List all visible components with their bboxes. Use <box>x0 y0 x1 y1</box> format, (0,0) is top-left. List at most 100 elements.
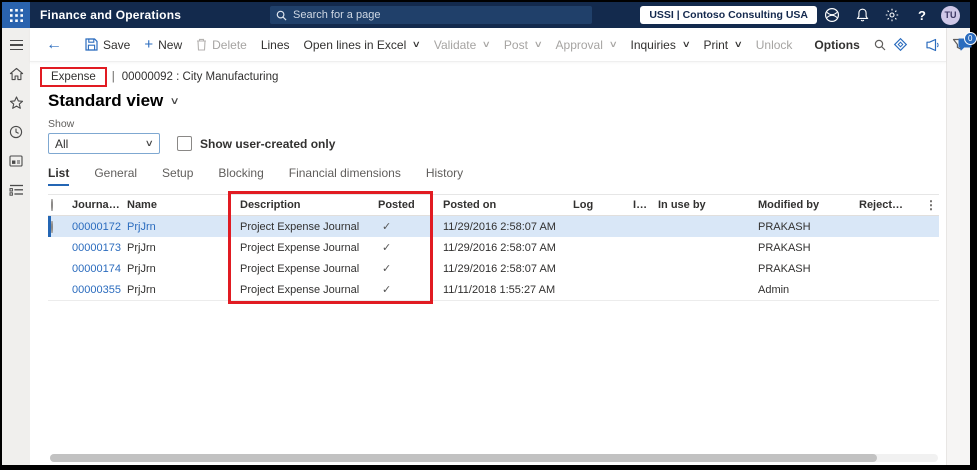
posted-check-icon: ✓ <box>382 284 392 296</box>
journal-link[interactable]: 00000173 <box>72 242 127 254</box>
view-title-dropdown[interactable]: Standard view ∨ <box>48 91 946 111</box>
recent-clock-icon[interactable] <box>6 123 26 141</box>
table-row[interactable]: 00000172 PrjJrn Project Expense Journal … <box>48 216 939 237</box>
settings-gear-icon[interactable] <box>877 2 907 28</box>
journal-link[interactable]: 00000172 <box>72 221 127 233</box>
modified-by: PRAKASH <box>758 220 811 233</box>
page-search-input[interactable] <box>293 9 586 21</box>
page-title: Standard view <box>48 91 164 110</box>
search-icon <box>874 39 886 50</box>
modified-by: PRAKASH <box>758 241 811 254</box>
table-row[interactable]: 00000173 PrjJrn Project Expense Journal … <box>48 237 939 258</box>
chevron-down-icon: ∨ <box>482 39 492 49</box>
unlock-button[interactable]: Unlock <box>749 38 800 52</box>
back-button[interactable]: ← <box>44 36 70 53</box>
posted-on: 11/11/2018 1:55:27 AM <box>443 283 556 296</box>
breadcrumb-expense-link[interactable]: Expense <box>40 67 107 87</box>
show-filter-select[interactable]: All ∨ <box>48 133 160 154</box>
posted-check-icon: ✓ <box>382 242 392 254</box>
options-button[interactable]: Options <box>807 38 866 52</box>
chevron-down-icon: ∨ <box>681 39 691 49</box>
breadcrumb: Expense | 00000092 : City Manufacturing <box>40 67 946 87</box>
tab-history[interactable]: History <box>426 166 463 186</box>
journal-description: Project Expense Journal <box>240 241 360 254</box>
save-button[interactable]: Save <box>78 38 137 52</box>
megaphone-icon[interactable] <box>925 38 940 52</box>
tab-general[interactable]: General <box>94 166 137 186</box>
grid-body: 00000172 PrjJrn Project Expense Journal … <box>48 216 939 301</box>
inquiries-button[interactable]: Inquiries ∨ <box>624 38 697 52</box>
print-button[interactable]: Print ∨ <box>696 38 748 52</box>
globe-icon[interactable] <box>817 2 847 28</box>
chevron-down-icon: ∨ <box>533 39 543 49</box>
chevron-down-icon: ∨ <box>169 95 181 107</box>
column-log[interactable]: Log <box>573 199 633 211</box>
journal-description: Project Expense Journal <box>240 262 360 275</box>
tab-financial-dimensions[interactable]: Financial dimensions <box>289 166 401 186</box>
app-title: Finance and Operations <box>40 8 182 22</box>
diamond-icon[interactable] <box>893 37 908 52</box>
column-journal[interactable]: Journal ba...↑ <box>72 199 127 211</box>
topbar-right-cluster: USSI | Contoso Consulting USA ? TU <box>640 2 970 28</box>
modified-by: Admin <box>758 283 790 296</box>
company-selector-badge[interactable]: USSI | Contoso Consulting USA <box>640 6 817 24</box>
user-avatar[interactable]: TU <box>941 5 960 25</box>
favorites-star-icon[interactable] <box>6 94 26 112</box>
help-icon[interactable]: ? <box>907 2 937 28</box>
workspaces-icon[interactable] <box>6 152 26 170</box>
posted-check-icon: ✓ <box>382 263 392 275</box>
journal-name: PrjJrn <box>127 283 156 296</box>
chevron-down-icon: ∨ <box>145 138 155 148</box>
tab-setup[interactable]: Setup <box>162 166 193 186</box>
screenshot-frame: Finance and Operations USSI | Contoso Co… <box>0 0 977 470</box>
grid-header-row: Journal ba...↑ Name Description Posted P… <box>48 194 939 216</box>
table-row[interactable]: 00000174 PrjJrn Project Expense Journal … <box>48 258 939 279</box>
waffle-grid-icon <box>9 8 23 22</box>
lines-button[interactable]: Lines <box>254 38 297 52</box>
chevron-down-icon: ∨ <box>411 39 422 49</box>
show-user-created-checkbox[interactable] <box>177 136 192 151</box>
column-rejected-by[interactable]: Rejected by <box>859 199 915 211</box>
row-select-radio[interactable] <box>51 220 53 233</box>
filter-controls: All ∨ Show user-created only <box>48 133 946 154</box>
notifications-bell-icon[interactable] <box>847 2 877 28</box>
column-modified-by[interactable]: Modified by <box>758 199 859 211</box>
journal-name[interactable]: PrjJrn <box>127 221 240 233</box>
chevron-down-icon: ∨ <box>608 39 618 49</box>
column-in-truncated[interactable]: In ... <box>633 199 658 211</box>
column-description[interactable]: Description <box>240 199 378 211</box>
select-all-radio[interactable] <box>51 199 53 211</box>
modules-icon[interactable] <box>6 181 26 199</box>
horizontal-scrollbar-track[interactable] <box>50 454 938 462</box>
journal-link[interactable]: 00000174 <box>72 263 127 275</box>
journal-description: Project Expense Journal <box>240 220 360 233</box>
show-filter-label: Show <box>48 118 75 130</box>
table-row[interactable]: 00000355 PrjJrn Project Expense Journal … <box>48 279 939 300</box>
home-icon[interactable] <box>6 65 26 83</box>
validate-button[interactable]: Validate ∨ <box>427 38 497 52</box>
tab-blocking[interactable]: Blocking <box>218 166 263 186</box>
delete-button[interactable]: Delete <box>189 38 254 52</box>
column-posted[interactable]: Posted <box>378 199 443 211</box>
post-button[interactable]: Post ∨ <box>497 38 549 52</box>
chat-bubble-icon[interactable]: 0 <box>957 32 977 52</box>
grid-settings-icon[interactable]: ⋮ <box>915 198 939 212</box>
column-in-use-by[interactable]: In use by <box>658 199 758 211</box>
save-floppy-icon <box>85 38 98 51</box>
column-name[interactable]: Name <box>127 199 240 211</box>
approval-button[interactable]: Approval ∨ <box>549 38 624 52</box>
open-lines-in-excel-button[interactable]: Open lines in Excel ∨ <box>297 38 427 52</box>
app-launcher-waffle-icon[interactable] <box>2 2 30 28</box>
new-button[interactable]: + New <box>137 37 189 52</box>
tab-list[interactable]: List <box>48 166 70 186</box>
toolbar-search-button[interactable] <box>867 39 893 51</box>
plus-icon: + <box>144 36 154 53</box>
journal-link[interactable]: 00000355 <box>72 284 127 296</box>
top-navigation-bar: Finance and Operations USSI | Contoso Co… <box>2 2 970 28</box>
hamburger-menu-icon[interactable] <box>6 36 26 54</box>
toolbar-right-icons: 0 <box>893 32 977 52</box>
page-search-box[interactable] <box>270 6 592 24</box>
journal-description: Project Expense Journal <box>240 283 360 296</box>
column-posted-on[interactable]: Posted on <box>443 199 573 211</box>
horizontal-scrollbar-thumb[interactable] <box>50 454 877 462</box>
